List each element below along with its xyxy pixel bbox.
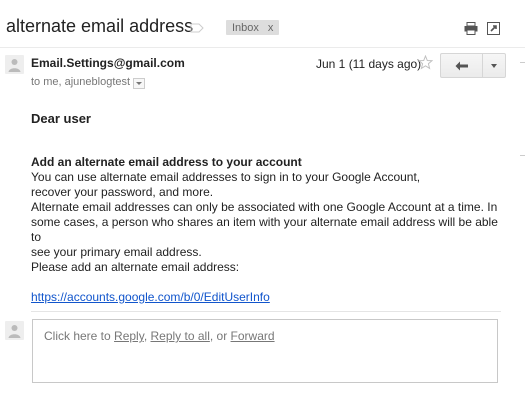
show-details-button[interactable] (133, 77, 146, 89)
body-line: You can use alternate email addresses to… (31, 170, 421, 184)
body-line: some cases, a person who shares an item … (31, 215, 498, 244)
sender-avatar (5, 55, 24, 74)
body-line: Please add an alternate email address: (31, 260, 240, 274)
message-divider (31, 311, 501, 312)
message-body: Dear user Add an alternate email address… (31, 111, 501, 305)
my-avatar (5, 321, 24, 340)
section-title: Add an alternate email address to your a… (31, 155, 302, 169)
quick-reply-box[interactable]: Click here to Reply, Reply to all, or Fo… (32, 319, 498, 383)
forward-link[interactable]: Forward (231, 329, 275, 343)
recipients-text: to me, ajuneblogtest (31, 76, 131, 88)
inbox-label: Inbox x (226, 20, 280, 35)
separator-text: , (143, 329, 151, 343)
header-divider (0, 47, 525, 48)
edit-user-info-link[interactable]: https://accounts.google.com/b/0/EditUser… (31, 290, 270, 304)
reply-arrow-icon (455, 61, 468, 70)
body-line: Alternate email addresses can only be as… (31, 200, 498, 214)
person-icon (8, 325, 21, 338)
email-subject: alternate email address (6, 16, 194, 36)
person-icon (8, 59, 21, 72)
message-date: Jun 1 (11 days ago) (316, 57, 422, 71)
more-actions-button[interactable] (482, 53, 506, 78)
reply-all-link[interactable]: Reply to all (151, 329, 210, 343)
edge-marker (520, 62, 525, 63)
inbox-label-text: Inbox (232, 21, 259, 34)
edge-marker (520, 155, 525, 156)
body-line: recover your password, and more. (31, 185, 214, 199)
body-line: see your primary email address. (31, 245, 202, 259)
reply-link[interactable]: Reply (114, 329, 144, 343)
recipients-line: to me, ajuneblogtest (31, 76, 146, 89)
reply-button[interactable] (440, 53, 483, 78)
chevron-down-icon (491, 63, 497, 68)
print-icon[interactable] (464, 22, 478, 35)
new-window-icon[interactable] (487, 22, 500, 35)
star-icon[interactable] (418, 55, 433, 70)
sender-name[interactable]: Email.Settings@gmail.com (31, 56, 185, 70)
reply-prompt-text: Click here to (44, 329, 115, 343)
greeting: Dear user (31, 111, 91, 126)
label-icon[interactable] (190, 23, 204, 33)
separator-text: , or (209, 329, 231, 343)
remove-label-button[interactable]: x (268, 22, 274, 34)
